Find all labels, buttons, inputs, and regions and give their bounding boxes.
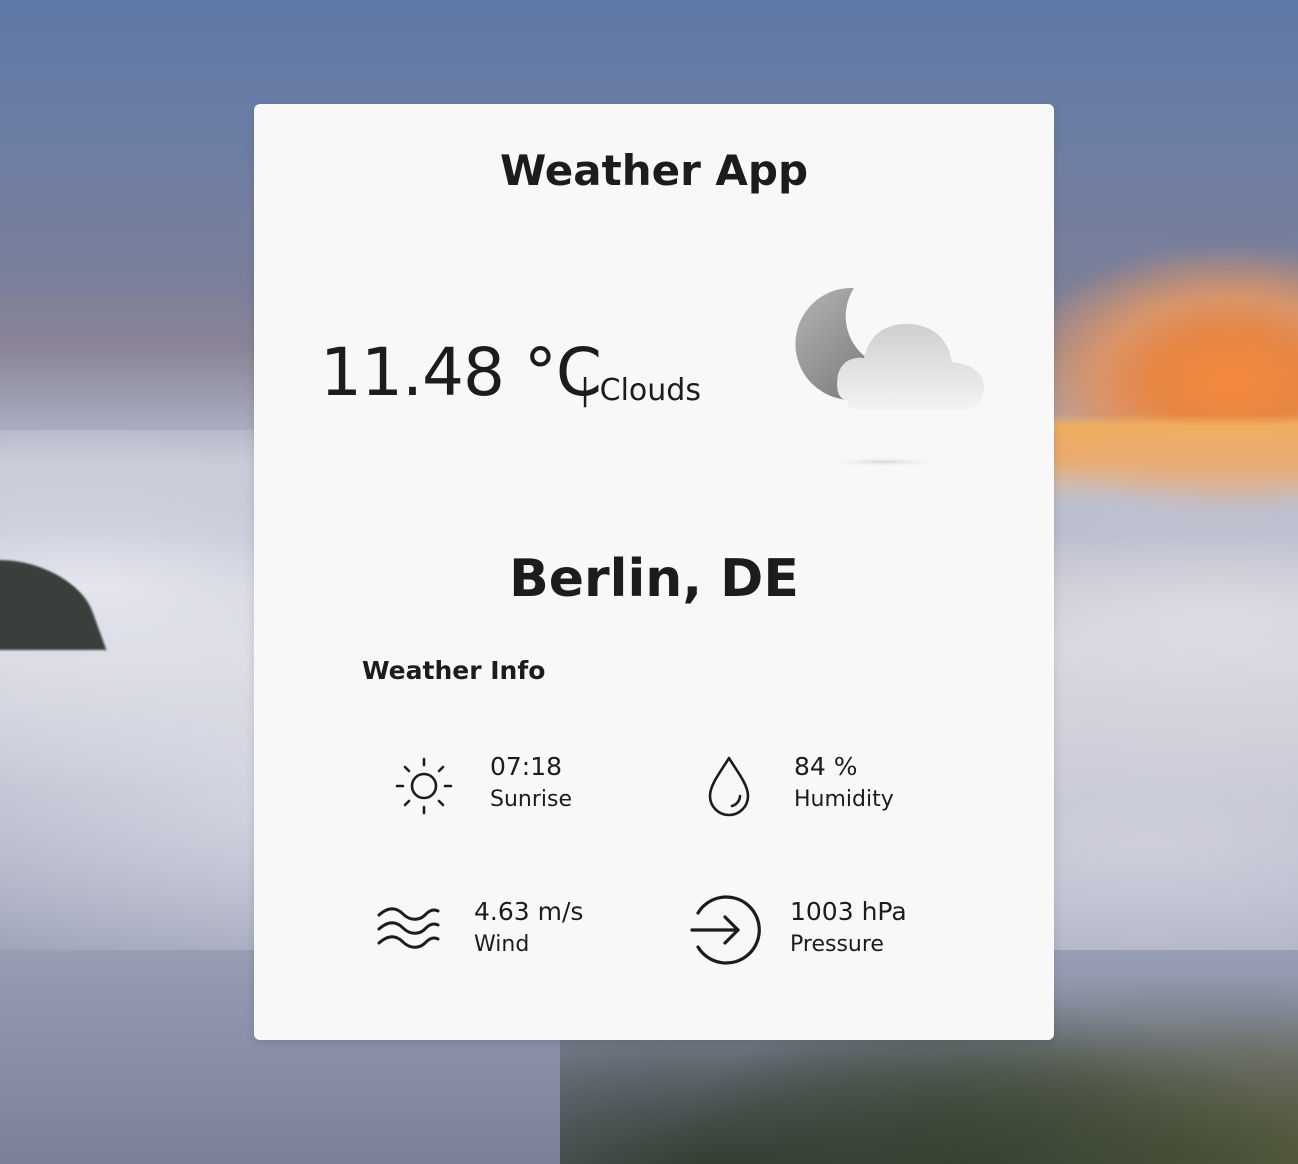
weather-card: Weather App 11.48 °C | Clouds Berlin, DE… bbox=[254, 104, 1054, 1040]
sunrise-value: 07:18 bbox=[490, 752, 563, 781]
app-title: Weather App bbox=[499, 146, 809, 195]
moon-cloud-icon bbox=[784, 274, 994, 474]
wind-icon bbox=[376, 905, 442, 959]
metric-sunrise: 07:18 Sunrise bbox=[394, 752, 594, 822]
temperature-value: 11.48 °C bbox=[320, 334, 602, 411]
arrow-circle-right-icon bbox=[688, 893, 762, 971]
wind-value: 4.63 m/s bbox=[474, 897, 584, 926]
weather-condition: | Clouds bbox=[580, 373, 701, 408]
sunrise-label: Sunrise bbox=[490, 787, 573, 812]
metric-pressure: 1003 hPa Pressure bbox=[688, 895, 928, 967]
metric-wind: 4.63 m/s Wind bbox=[376, 897, 596, 967]
sun-icon bbox=[394, 756, 454, 820]
humidity-value: 84 % bbox=[794, 752, 858, 781]
pressure-label: Pressure bbox=[790, 932, 884, 957]
pressure-value: 1003 hPa bbox=[790, 897, 907, 926]
water-drop-icon bbox=[704, 754, 754, 822]
metric-humidity: 84 % Humidity bbox=[704, 752, 924, 822]
city-name: Berlin, DE bbox=[509, 549, 799, 609]
humidity-label: Humidity bbox=[794, 787, 894, 812]
weather-info-heading: Weather Info bbox=[362, 656, 546, 685]
wind-label: Wind bbox=[474, 932, 530, 957]
